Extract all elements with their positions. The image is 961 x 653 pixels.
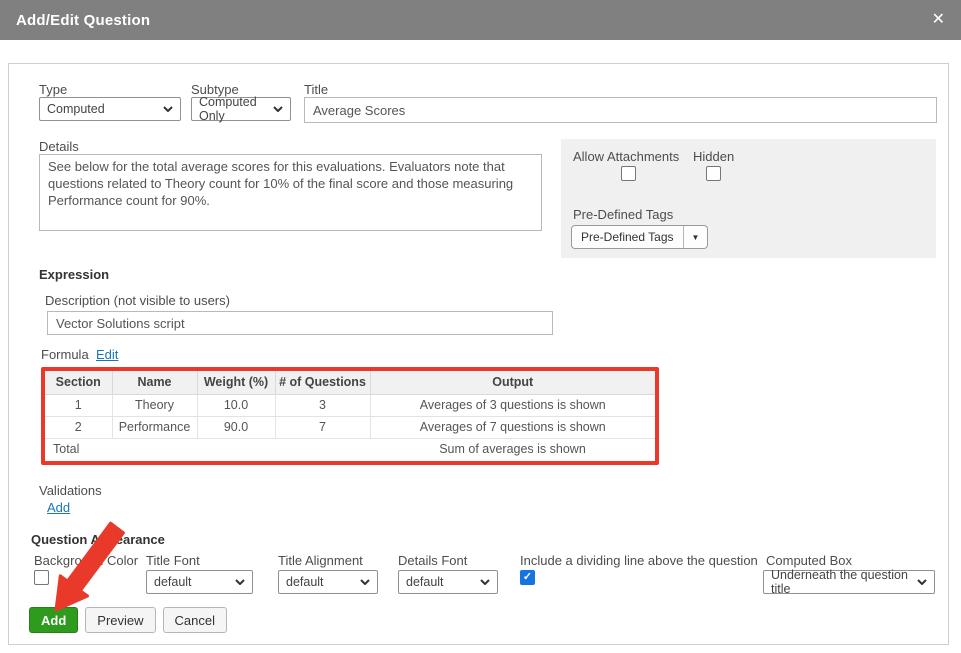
predefined-tags-dropdown-text: Pre-Defined Tags xyxy=(572,230,683,244)
details-font-select-value: default xyxy=(406,575,444,589)
type-select-value: Computed xyxy=(47,102,105,116)
predefined-tags-dropdown[interactable]: Pre-Defined Tags ▼ xyxy=(571,225,708,249)
total-output: Sum of averages is shown xyxy=(370,438,655,460)
computed-box-label: Computed Box xyxy=(766,553,852,568)
modal-body-panel: Type Computed Subtype Computed Only Titl… xyxy=(8,63,949,645)
description-input[interactable] xyxy=(47,311,553,335)
formula-label: Formula xyxy=(41,347,89,362)
dividing-line-label: Include a dividing line above the questi… xyxy=(520,553,758,568)
hidden-checkbox[interactable]: ✓ xyxy=(706,166,721,181)
cell-name: Performance xyxy=(112,416,197,438)
table-total-row: Total Sum of averages is shown xyxy=(45,438,655,460)
title-input[interactable] xyxy=(304,97,937,123)
cell-section: 1 xyxy=(45,394,112,416)
table-row: 1 Theory 10.0 3 Averages of 3 questions … xyxy=(45,394,655,416)
details-font-select[interactable]: default xyxy=(398,570,498,594)
check-icon: ✓ xyxy=(523,572,532,583)
background-color-checkbox[interactable]: ✓ xyxy=(34,570,49,585)
details-label: Details xyxy=(39,139,79,154)
subtype-select-value: Computed Only xyxy=(199,95,267,123)
predefined-tags-label: Pre-Defined Tags xyxy=(573,207,673,222)
allow-attachments-label: Allow Attachments xyxy=(573,149,679,164)
cell-name: Theory xyxy=(112,394,197,416)
validations-add-link[interactable]: Add xyxy=(47,500,70,515)
add-button[interactable]: Add xyxy=(29,607,78,633)
title-label: Title xyxy=(304,82,328,97)
dividing-line-checkbox[interactable]: ✓ xyxy=(520,570,535,585)
title-font-select-value: default xyxy=(154,575,192,589)
cancel-button[interactable]: Cancel xyxy=(163,607,227,633)
computed-box-select-value: Underneath the question title xyxy=(771,568,911,596)
add-edit-question-modal: Add/Edit Question ✕ Type Computed Subtyp… xyxy=(0,0,961,653)
col-header-weight: Weight (%) xyxy=(197,371,275,394)
title-alignment-label: Title Alignment xyxy=(278,553,363,568)
title-alignment-select[interactable]: default xyxy=(278,570,378,594)
formula-edit-link[interactable]: Edit xyxy=(96,347,118,362)
question-options-box: Allow Attachments ✓ Hidden ✓ Pre-Defined… xyxy=(561,139,936,258)
question-appearance-heading: Question Appearance xyxy=(31,532,165,547)
details-font-label: Details Font xyxy=(398,553,467,568)
hidden-label: Hidden xyxy=(693,149,734,164)
subtype-select[interactable]: Computed Only xyxy=(191,97,291,121)
modal-title: Add/Edit Question xyxy=(16,12,150,29)
col-header-questions: # of Questions xyxy=(275,371,370,394)
allow-attachments-checkbox[interactable]: ✓ xyxy=(621,166,636,181)
col-header-name: Name xyxy=(112,371,197,394)
details-textarea[interactable]: See below for the total average scores f… xyxy=(39,154,542,231)
computed-box-select[interactable]: Underneath the question title xyxy=(763,570,935,594)
cell-questions: 3 xyxy=(275,394,370,416)
col-header-section: Section xyxy=(45,371,112,394)
total-label: Total xyxy=(45,438,370,460)
expression-heading: Expression xyxy=(39,267,109,282)
type-select[interactable]: Computed xyxy=(39,97,181,121)
formula-table: Section Name Weight (%) # of Questions O… xyxy=(45,371,655,460)
title-font-select[interactable]: default xyxy=(146,570,253,594)
cell-output: Averages of 3 questions is shown xyxy=(370,394,655,416)
chevron-down-icon xyxy=(917,579,927,585)
formula-table-highlight-rectangle: Section Name Weight (%) # of Questions O… xyxy=(41,367,659,465)
col-header-output: Output xyxy=(370,371,655,394)
table-row: 2 Performance 90.0 7 Averages of 7 quest… xyxy=(45,416,655,438)
formula-table-header-row: Section Name Weight (%) # of Questions O… xyxy=(45,371,655,394)
title-alignment-select-value: default xyxy=(286,575,324,589)
chevron-down-icon xyxy=(360,579,370,585)
cell-section: 2 xyxy=(45,416,112,438)
background-color-label: Background Color xyxy=(34,553,138,568)
cell-weight: 10.0 xyxy=(197,394,275,416)
title-font-label: Title Font xyxy=(146,553,200,568)
preview-button[interactable]: Preview xyxy=(85,607,155,633)
cell-output: Averages of 7 questions is shown xyxy=(370,416,655,438)
close-icon[interactable]: ✕ xyxy=(932,12,945,28)
description-label: Description (not visible to users) xyxy=(45,293,230,308)
validations-label: Validations xyxy=(39,483,102,498)
chevron-down-icon xyxy=(480,579,490,585)
chevron-down-icon xyxy=(235,579,245,585)
action-buttons: Add Preview Cancel xyxy=(29,607,227,633)
dropdown-arrow-icon: ▼ xyxy=(684,233,708,242)
type-label: Type xyxy=(39,82,67,97)
chevron-down-icon xyxy=(273,106,283,112)
modal-header: Add/Edit Question ✕ xyxy=(0,0,961,40)
cell-questions: 7 xyxy=(275,416,370,438)
cell-weight: 90.0 xyxy=(197,416,275,438)
chevron-down-icon xyxy=(163,106,173,112)
